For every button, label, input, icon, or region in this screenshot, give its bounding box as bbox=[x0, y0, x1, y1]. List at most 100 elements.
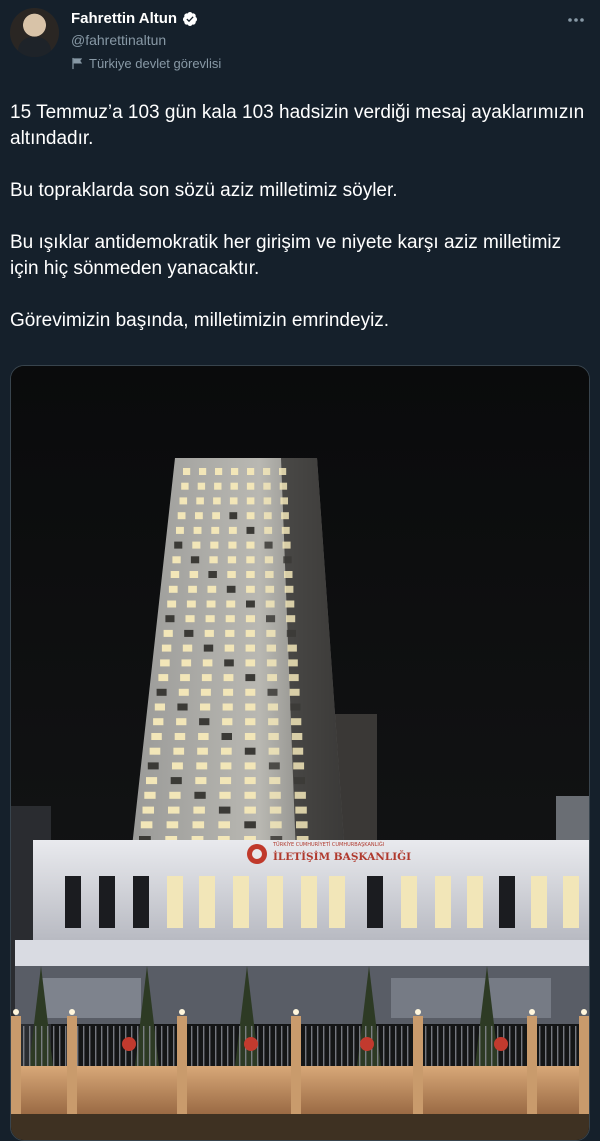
tower-window bbox=[269, 806, 282, 814]
fence-bar bbox=[191, 1026, 193, 1066]
tower-window bbox=[189, 571, 199, 578]
tower-window bbox=[279, 468, 287, 475]
tower-window bbox=[207, 585, 217, 593]
tower-window bbox=[224, 644, 235, 652]
tower-window bbox=[265, 571, 274, 578]
fence-bar bbox=[197, 1026, 199, 1066]
logo-emblem-center bbox=[252, 849, 262, 859]
tower-window bbox=[231, 468, 239, 475]
fence-bar bbox=[167, 1026, 169, 1066]
tower-window bbox=[166, 821, 179, 829]
fence-bar bbox=[155, 1026, 157, 1066]
tower-window bbox=[267, 703, 278, 711]
tower-window bbox=[222, 703, 233, 711]
tower-window bbox=[266, 644, 276, 652]
user-handle[interactable]: @fahrettinaltun bbox=[71, 32, 166, 48]
tower-window bbox=[246, 556, 255, 564]
fence-bar bbox=[479, 1026, 481, 1066]
tower-window bbox=[205, 615, 215, 623]
tower-window bbox=[268, 718, 279, 726]
fence-bar bbox=[557, 1026, 559, 1066]
fence-emblem bbox=[360, 1037, 374, 1051]
fence-bar bbox=[287, 1026, 289, 1066]
fence-bar bbox=[119, 1026, 121, 1066]
tower-window bbox=[165, 615, 175, 623]
fence-bar bbox=[107, 1026, 109, 1066]
tower-window bbox=[245, 644, 255, 652]
fence-bar bbox=[317, 1026, 319, 1066]
tower-window bbox=[244, 777, 256, 785]
fence-bar bbox=[485, 1026, 487, 1066]
fence-pillar bbox=[527, 1016, 537, 1114]
fence-bar bbox=[209, 1026, 211, 1066]
tower-window bbox=[246, 600, 255, 608]
display-name[interactable]: Fahrettin Altun bbox=[71, 10, 177, 27]
pillar-lamp bbox=[581, 1009, 587, 1015]
tower-window bbox=[246, 585, 255, 593]
fence-bar bbox=[437, 1026, 439, 1066]
flag-icon bbox=[72, 57, 83, 70]
fence-bar bbox=[401, 1026, 403, 1066]
fence-bar bbox=[59, 1026, 61, 1066]
tower-window bbox=[147, 762, 159, 770]
fence-bar bbox=[539, 1026, 541, 1066]
pillar-lamp bbox=[529, 1009, 535, 1015]
building-photo: TÜRKİYE CUMHURİYETİ CUMHURBAŞKANLIĞI İLE… bbox=[11, 366, 589, 1140]
tower-window bbox=[182, 644, 193, 652]
fence-bar bbox=[227, 1026, 229, 1066]
tweet-paragraph: Görevimizin başında, milletimizin emrind… bbox=[10, 310, 390, 331]
tweet-text: 15 Temmuz’a 103 gün kala 103 hadsizin ve… bbox=[10, 100, 590, 334]
tower-window bbox=[244, 747, 256, 755]
tweet-paragraph: Bu topraklarda son sözü aziz milletimiz … bbox=[10, 180, 398, 201]
tweet-paragraph: 15 Temmuz’a 103 gün kala 103 hadsizin ve… bbox=[10, 102, 585, 149]
tower-window bbox=[197, 747, 208, 755]
fence-bar bbox=[47, 1026, 49, 1066]
fence-bar bbox=[389, 1026, 391, 1066]
tower-window bbox=[199, 468, 207, 475]
podium-window bbox=[499, 876, 515, 928]
tower-window bbox=[226, 600, 236, 608]
tower-window bbox=[268, 733, 279, 740]
tower-window bbox=[246, 526, 255, 534]
tower-window bbox=[266, 629, 276, 637]
tweet-photo[interactable]: TÜRKİYE CUMHURİYETİ CUMHURBAŞKANLIĞI İLE… bbox=[10, 365, 590, 1141]
fence-pillar bbox=[291, 1016, 301, 1114]
tower-window bbox=[196, 497, 204, 505]
fence-bar bbox=[455, 1026, 457, 1066]
tower-window bbox=[172, 556, 181, 564]
tower-window bbox=[178, 688, 189, 696]
avatar[interactable] bbox=[10, 8, 59, 57]
fence-bar bbox=[461, 1026, 463, 1066]
tower-window bbox=[212, 512, 220, 520]
tower-window bbox=[229, 497, 238, 505]
tower-window bbox=[225, 615, 235, 623]
tower-window bbox=[245, 703, 256, 711]
tower-window bbox=[146, 777, 158, 785]
fence-bar bbox=[203, 1026, 205, 1066]
tower-window bbox=[181, 482, 189, 490]
tower-window bbox=[193, 526, 202, 534]
tower-window bbox=[247, 468, 255, 475]
fence-bar bbox=[449, 1026, 451, 1066]
tower-window bbox=[263, 482, 271, 490]
podium-window bbox=[199, 876, 215, 928]
tower-window bbox=[293, 762, 305, 770]
tower-window bbox=[289, 688, 300, 696]
fence-bar bbox=[239, 1026, 241, 1066]
tower-window bbox=[266, 659, 277, 667]
tower-window bbox=[219, 791, 231, 799]
fence-bar bbox=[263, 1026, 265, 1066]
fence-bar bbox=[83, 1026, 85, 1066]
verified-badge-icon bbox=[183, 11, 198, 26]
fence-bar bbox=[65, 1026, 67, 1066]
fence-bar bbox=[509, 1026, 511, 1066]
fence-bar bbox=[431, 1026, 433, 1066]
tower-window bbox=[284, 571, 293, 578]
fence-emblem bbox=[494, 1037, 508, 1051]
tower-window bbox=[156, 688, 167, 696]
tower-window bbox=[223, 688, 234, 696]
tower-window bbox=[140, 821, 153, 829]
tower-window bbox=[179, 497, 188, 505]
fence-bar bbox=[329, 1026, 331, 1066]
more-dots-icon[interactable] bbox=[564, 8, 588, 32]
